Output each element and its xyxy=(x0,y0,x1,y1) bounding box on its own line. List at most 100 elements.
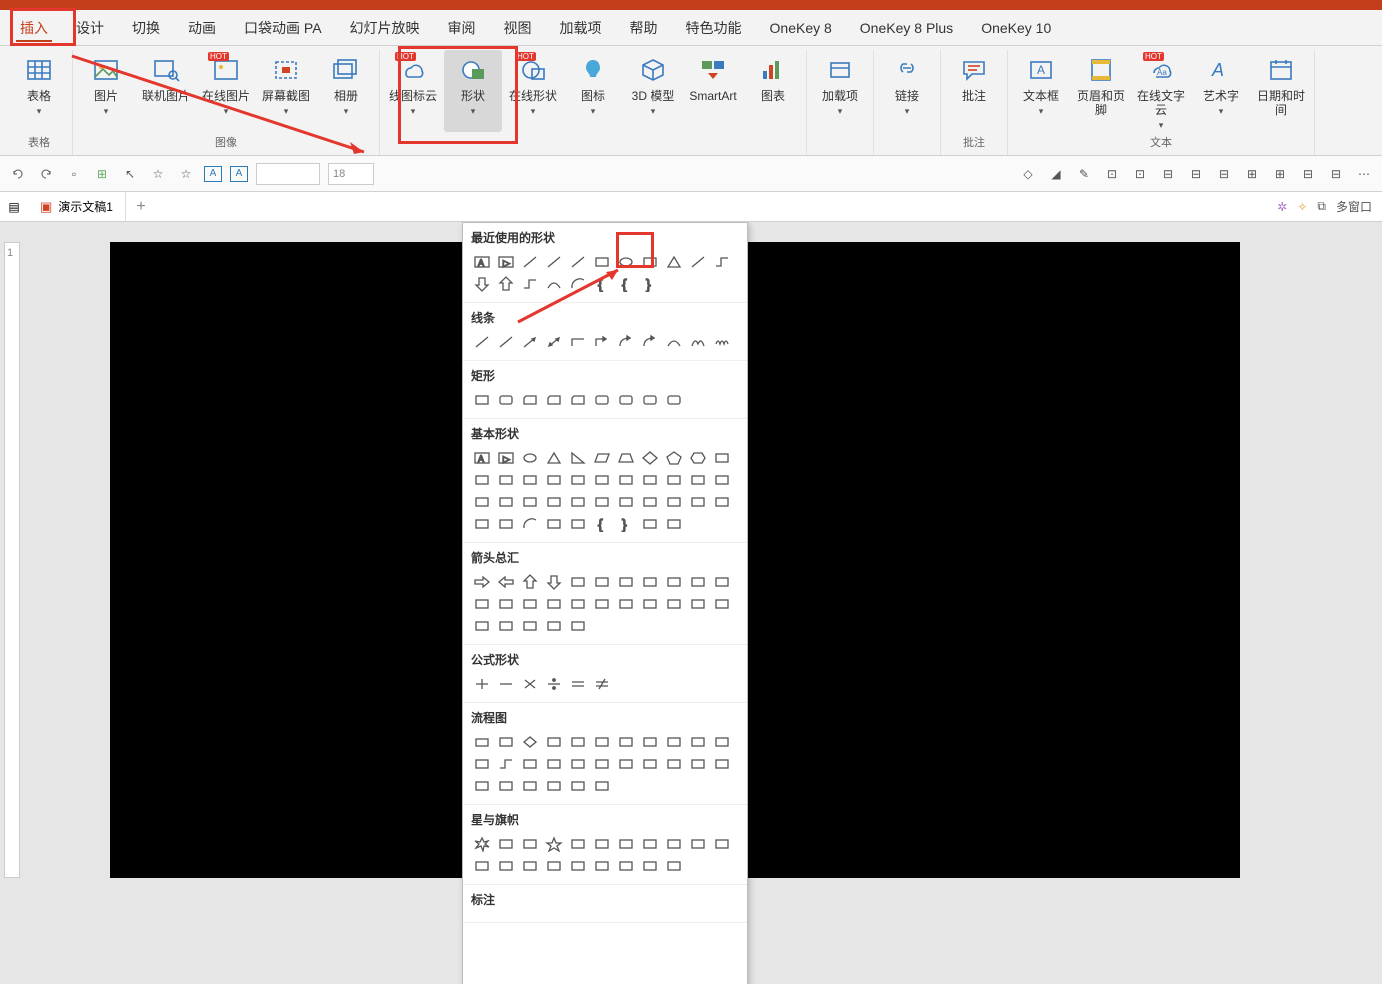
shape-arrow-d[interactable] xyxy=(543,572,565,592)
shape-curved-r[interactable] xyxy=(495,594,517,614)
group-icon[interactable]: ⊡ xyxy=(1130,164,1150,184)
shape-line[interactable] xyxy=(567,252,589,272)
shape-bent-arrow[interactable] xyxy=(663,572,685,592)
shape-block-arc[interactable] xyxy=(615,492,637,512)
ribbon-headerfooter-button[interactable]: 页眉和页脚 xyxy=(1072,50,1130,132)
shape-scribble[interactable] xyxy=(711,332,733,352)
shape-manual-op[interactable] xyxy=(471,754,493,774)
shape-decision[interactable] xyxy=(519,732,541,752)
shape-ribbon-up[interactable] xyxy=(495,856,517,876)
shape-no-symbol[interactable] xyxy=(591,492,613,512)
shape-plaque[interactable] xyxy=(471,492,493,512)
menu-tab-6[interactable]: 审阅 xyxy=(434,12,490,44)
shape-curve[interactable] xyxy=(663,332,685,352)
align-icon[interactable]: ⊞ xyxy=(92,164,112,184)
shape-arc[interactable] xyxy=(567,274,589,294)
shape-star4[interactable] xyxy=(519,834,541,854)
shape-arrow-r[interactable] xyxy=(471,572,493,592)
pointer-icon[interactable]: ↖ xyxy=(120,164,140,184)
shape-l-shape[interactable] xyxy=(663,470,685,490)
shape-brace-l[interactable]: { xyxy=(615,274,637,294)
shape-dodecagon[interactable] xyxy=(519,470,541,490)
shape-brace-pair[interactable] xyxy=(663,514,685,534)
ribbon-wordart-button[interactable]: A艺术字▾ xyxy=(1192,50,1250,132)
menu-tab-8[interactable]: 加载项 xyxy=(546,12,616,44)
shape-extract[interactable] xyxy=(687,754,709,774)
shape-star8[interactable] xyxy=(615,834,637,854)
shape-arrow-lr[interactable] xyxy=(567,572,589,592)
shape-curve[interactable] xyxy=(543,274,565,294)
menu-tab-1[interactable]: 设计 xyxy=(62,12,118,44)
ribbon-shapes-button[interactable]: 形状▾ xyxy=(444,50,502,132)
shape-line[interactable] xyxy=(687,252,709,272)
shape-seq-access[interactable] xyxy=(519,776,541,796)
menu-tab-9[interactable]: 帮助 xyxy=(616,12,672,44)
shape-trapezoid[interactable] xyxy=(615,448,637,468)
shape-line[interactable] xyxy=(495,332,517,352)
shape-elbow[interactable] xyxy=(567,332,589,352)
menu-tab-3[interactable]: 动画 xyxy=(174,12,230,44)
shape-snip-rect[interactable] xyxy=(519,390,541,410)
shape-merge[interactable] xyxy=(711,754,733,774)
shape-snip-rect[interactable] xyxy=(567,390,589,410)
group-icon[interactable]: ⊡ xyxy=(1102,164,1122,184)
shape-curved-d[interactable] xyxy=(567,594,589,614)
shape-sort[interactable] xyxy=(663,754,685,774)
shape-curved-u[interactable] xyxy=(543,594,565,614)
shape-teardrop[interactable] xyxy=(591,470,613,490)
sparkle-icon[interactable]: ✧ xyxy=(1297,200,1307,214)
shape-octagon[interactable] xyxy=(471,470,493,490)
shape-display[interactable] xyxy=(591,776,613,796)
shape-cube[interactable] xyxy=(519,492,541,512)
more-icon[interactable]: ⋯ xyxy=(1354,164,1374,184)
shape-star16[interactable] xyxy=(687,834,709,854)
ribbon-3d-button[interactable]: 3D 模型▾ xyxy=(624,50,682,132)
shape-line[interactable] xyxy=(471,332,493,352)
shape-or[interactable] xyxy=(615,754,637,774)
shape-callout-quad[interactable] xyxy=(543,616,565,636)
distribute-icon[interactable]: ⊞ xyxy=(1270,164,1290,184)
shape-callout-d[interactable] xyxy=(495,616,517,636)
shape-textbox-v[interactable]: ▷ xyxy=(495,252,517,272)
shape-pentagon-r[interactable] xyxy=(639,594,661,614)
shape-smiley[interactable] xyxy=(639,492,661,512)
shape-star32[interactable] xyxy=(471,856,493,876)
shape-brace-r[interactable]: } xyxy=(615,514,637,534)
slide-thumbnail-panel[interactable]: 1 xyxy=(4,242,20,878)
outline-icon[interactable]: ✎ xyxy=(1074,164,1094,184)
shape-minus[interactable] xyxy=(495,674,517,694)
shape-process[interactable] xyxy=(471,732,493,752)
menu-tab-2[interactable]: 切换 xyxy=(118,12,174,44)
shape-circular[interactable] xyxy=(567,616,589,636)
shape-card[interactable] xyxy=(543,754,565,774)
shape-hexagon[interactable] xyxy=(687,448,709,468)
shape-arrow[interactable] xyxy=(519,332,541,352)
ribbon-cloud-icons-button[interactable]: HOT线图标云▾ xyxy=(384,50,442,132)
font-size-combo[interactable]: 18 xyxy=(328,163,374,185)
shape-u-turn[interactable] xyxy=(687,572,709,592)
shape-rect[interactable] xyxy=(471,390,493,410)
ribbon-smartart-button[interactable]: SmartArt xyxy=(684,50,742,132)
shape-arrow-2[interactable] xyxy=(543,332,565,352)
shape-summing[interactable] xyxy=(591,754,613,774)
ribbon-image-online-button[interactable]: HOT在线图片▾ xyxy=(197,50,255,132)
shape-cross[interactable] xyxy=(711,470,733,490)
shape-freeform[interactable] xyxy=(687,332,709,352)
shape-brace-r[interactable]: } xyxy=(639,274,661,294)
shape-pie[interactable] xyxy=(543,470,565,490)
ribbon-wordcloud-button[interactable]: AaHOT在线文字云▾ xyxy=(1132,50,1190,132)
ribbon-shapes-online-button[interactable]: HOT在线形状▾ xyxy=(504,50,562,132)
ribbon-textbox-button[interactable]: A文本框▾ xyxy=(1012,50,1070,132)
distribute-icon[interactable]: ⊟ xyxy=(1326,164,1346,184)
shape-punched-tape[interactable] xyxy=(567,754,589,774)
shape-delay[interactable] xyxy=(495,776,517,796)
align-tool-icon[interactable]: ⊟ xyxy=(1214,164,1234,184)
shape-curved-l[interactable] xyxy=(519,594,541,614)
shape-bracket-pair[interactable] xyxy=(639,514,661,534)
shape-rounded-rect[interactable] xyxy=(639,390,661,410)
shape-rounded-rect[interactable] xyxy=(663,390,685,410)
shape-rounded-rect[interactable] xyxy=(591,390,613,410)
undo-icon[interactable] xyxy=(8,164,28,184)
distribute-icon[interactable]: ⊞ xyxy=(1242,164,1262,184)
shape-star7[interactable] xyxy=(591,834,613,854)
